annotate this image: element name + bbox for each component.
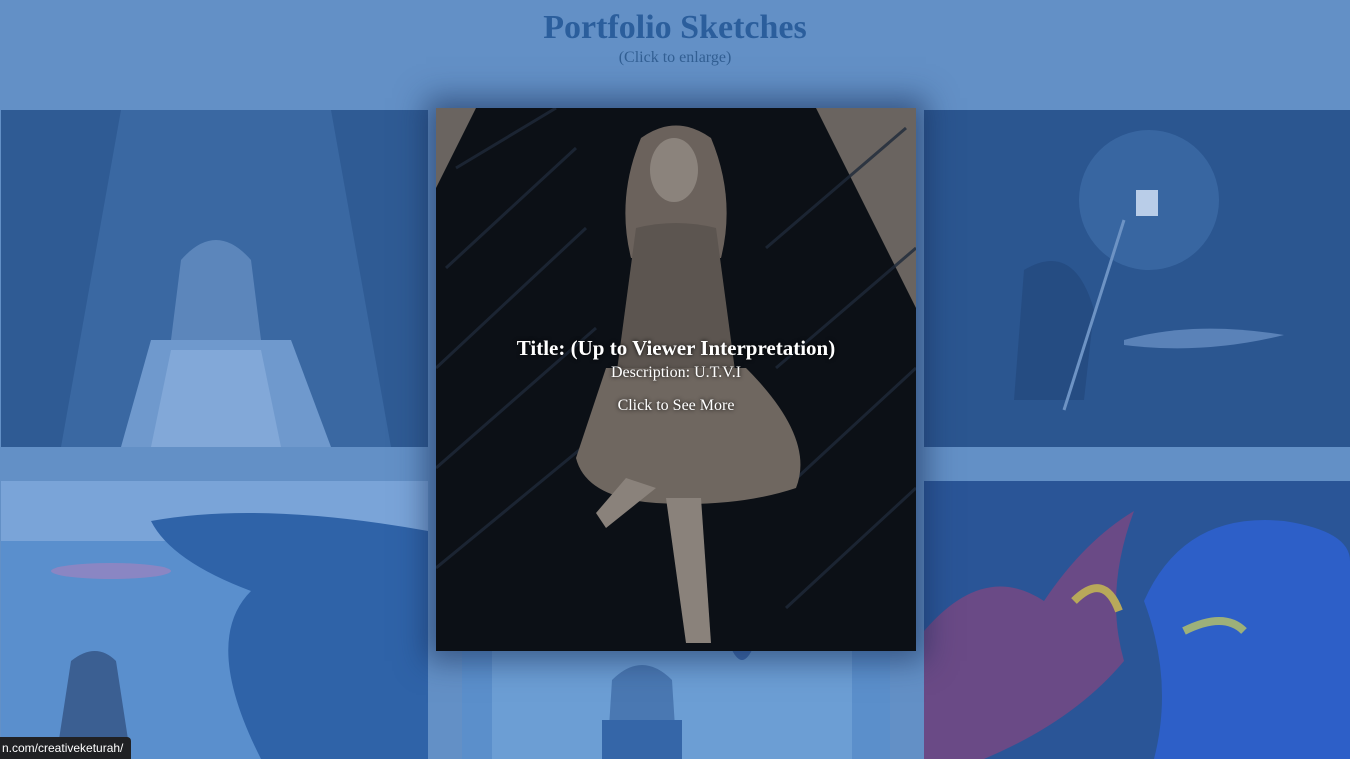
- gallery-tile-sunset-shore[interactable]: [1, 481, 428, 759]
- sketch-thumbnail: [462, 650, 890, 759]
- enlarged-sketch[interactable]: Title: (Up to Viewer Interpretation) Des…: [436, 108, 916, 651]
- sketch-title: Title: (Up to Viewer Interpretation): [516, 336, 836, 360]
- sketch-thumbnail: [1, 481, 428, 759]
- page-title: Portfolio Sketches: [543, 9, 807, 46]
- enlarged-sketch-caption: Title: (Up to Viewer Interpretation) Des…: [436, 108, 916, 651]
- sketch-thumbnail: [924, 481, 1350, 759]
- gallery-tile-lantern-night[interactable]: [924, 110, 1350, 447]
- page-subtitle: (Click to enlarge): [618, 49, 732, 66]
- gallery-tile-lantern-figure[interactable]: [462, 650, 890, 759]
- see-more-link[interactable]: Click to See More: [436, 396, 916, 416]
- page: Portfolio Sketches (Click to enlarge) Ti…: [0, 0, 1350, 759]
- sketch-description: Description: U.T.V.I: [610, 364, 742, 381]
- sketch-thumbnail: [924, 110, 1350, 447]
- sketch-thumbnail: [1, 110, 428, 447]
- status-bar-url: n.com/creativeketurah/: [0, 737, 132, 759]
- gallery-tile-dragons[interactable]: [924, 481, 1350, 759]
- gallery-tile-girl-dancing[interactable]: [1, 110, 428, 447]
